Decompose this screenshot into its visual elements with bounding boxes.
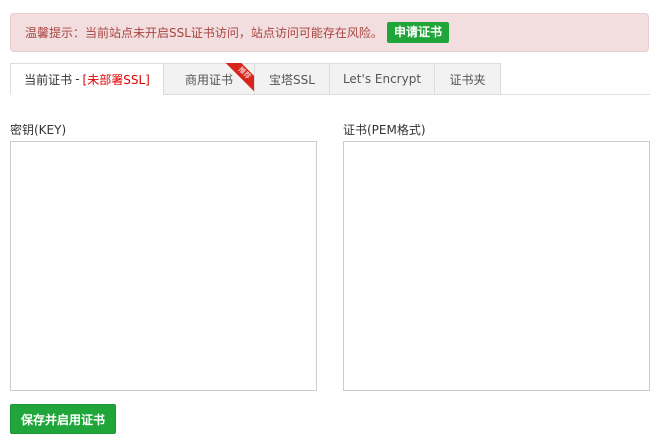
- ssl-status-badge: [未部署SSL]: [82, 72, 150, 87]
- tab-commercial-certificate[interactable]: 商用证书 推荐: [163, 63, 255, 95]
- tab-bt-ssl[interactable]: 宝塔SSL: [254, 63, 330, 95]
- key-textarea[interactable]: [10, 141, 317, 391]
- alert-text: 温馨提示：当前站点未开启SSL证书访问，站点访问可能存在风险。: [25, 26, 383, 40]
- cert-textarea[interactable]: [343, 141, 650, 391]
- tab-current-certificate-label: 当前证书: [24, 72, 73, 87]
- tab-certificate-folder[interactable]: 证书夹: [434, 63, 501, 95]
- ssl-warning-alert: 温馨提示：当前站点未开启SSL证书访问，站点访问可能存在风险。 申请证书: [10, 13, 649, 52]
- tab-lets-encrypt[interactable]: Let's Encrypt: [329, 63, 435, 95]
- tab-current-certificate[interactable]: 当前证书 - [未部署SSL]: [10, 63, 164, 95]
- tab-separator: -: [75, 72, 80, 86]
- tab-commercial-certificate-label: 商用证书: [184, 72, 233, 87]
- certificate-tabs: 当前证书 - [未部署SSL] 商用证书 推荐 宝塔SSL Let's Encr…: [10, 63, 650, 95]
- ssl-panel: 温馨提示：当前站点未开启SSL证书访问，站点访问可能存在风险。 申请证书 当前证…: [0, 0, 659, 440]
- cert-field-label: 证书(PEM格式): [343, 123, 426, 137]
- tab-certificate-folder-label: 证书夹: [449, 72, 486, 87]
- apply-certificate-button[interactable]: 申请证书: [386, 22, 449, 43]
- key-field-label: 密钥(KEY): [10, 123, 67, 137]
- tab-bt-ssl-label: 宝塔SSL: [269, 72, 315, 87]
- tab-lets-encrypt-label: Let's Encrypt: [342, 72, 422, 86]
- save-and-enable-certificate-button[interactable]: 保存并启用证书: [10, 404, 116, 434]
